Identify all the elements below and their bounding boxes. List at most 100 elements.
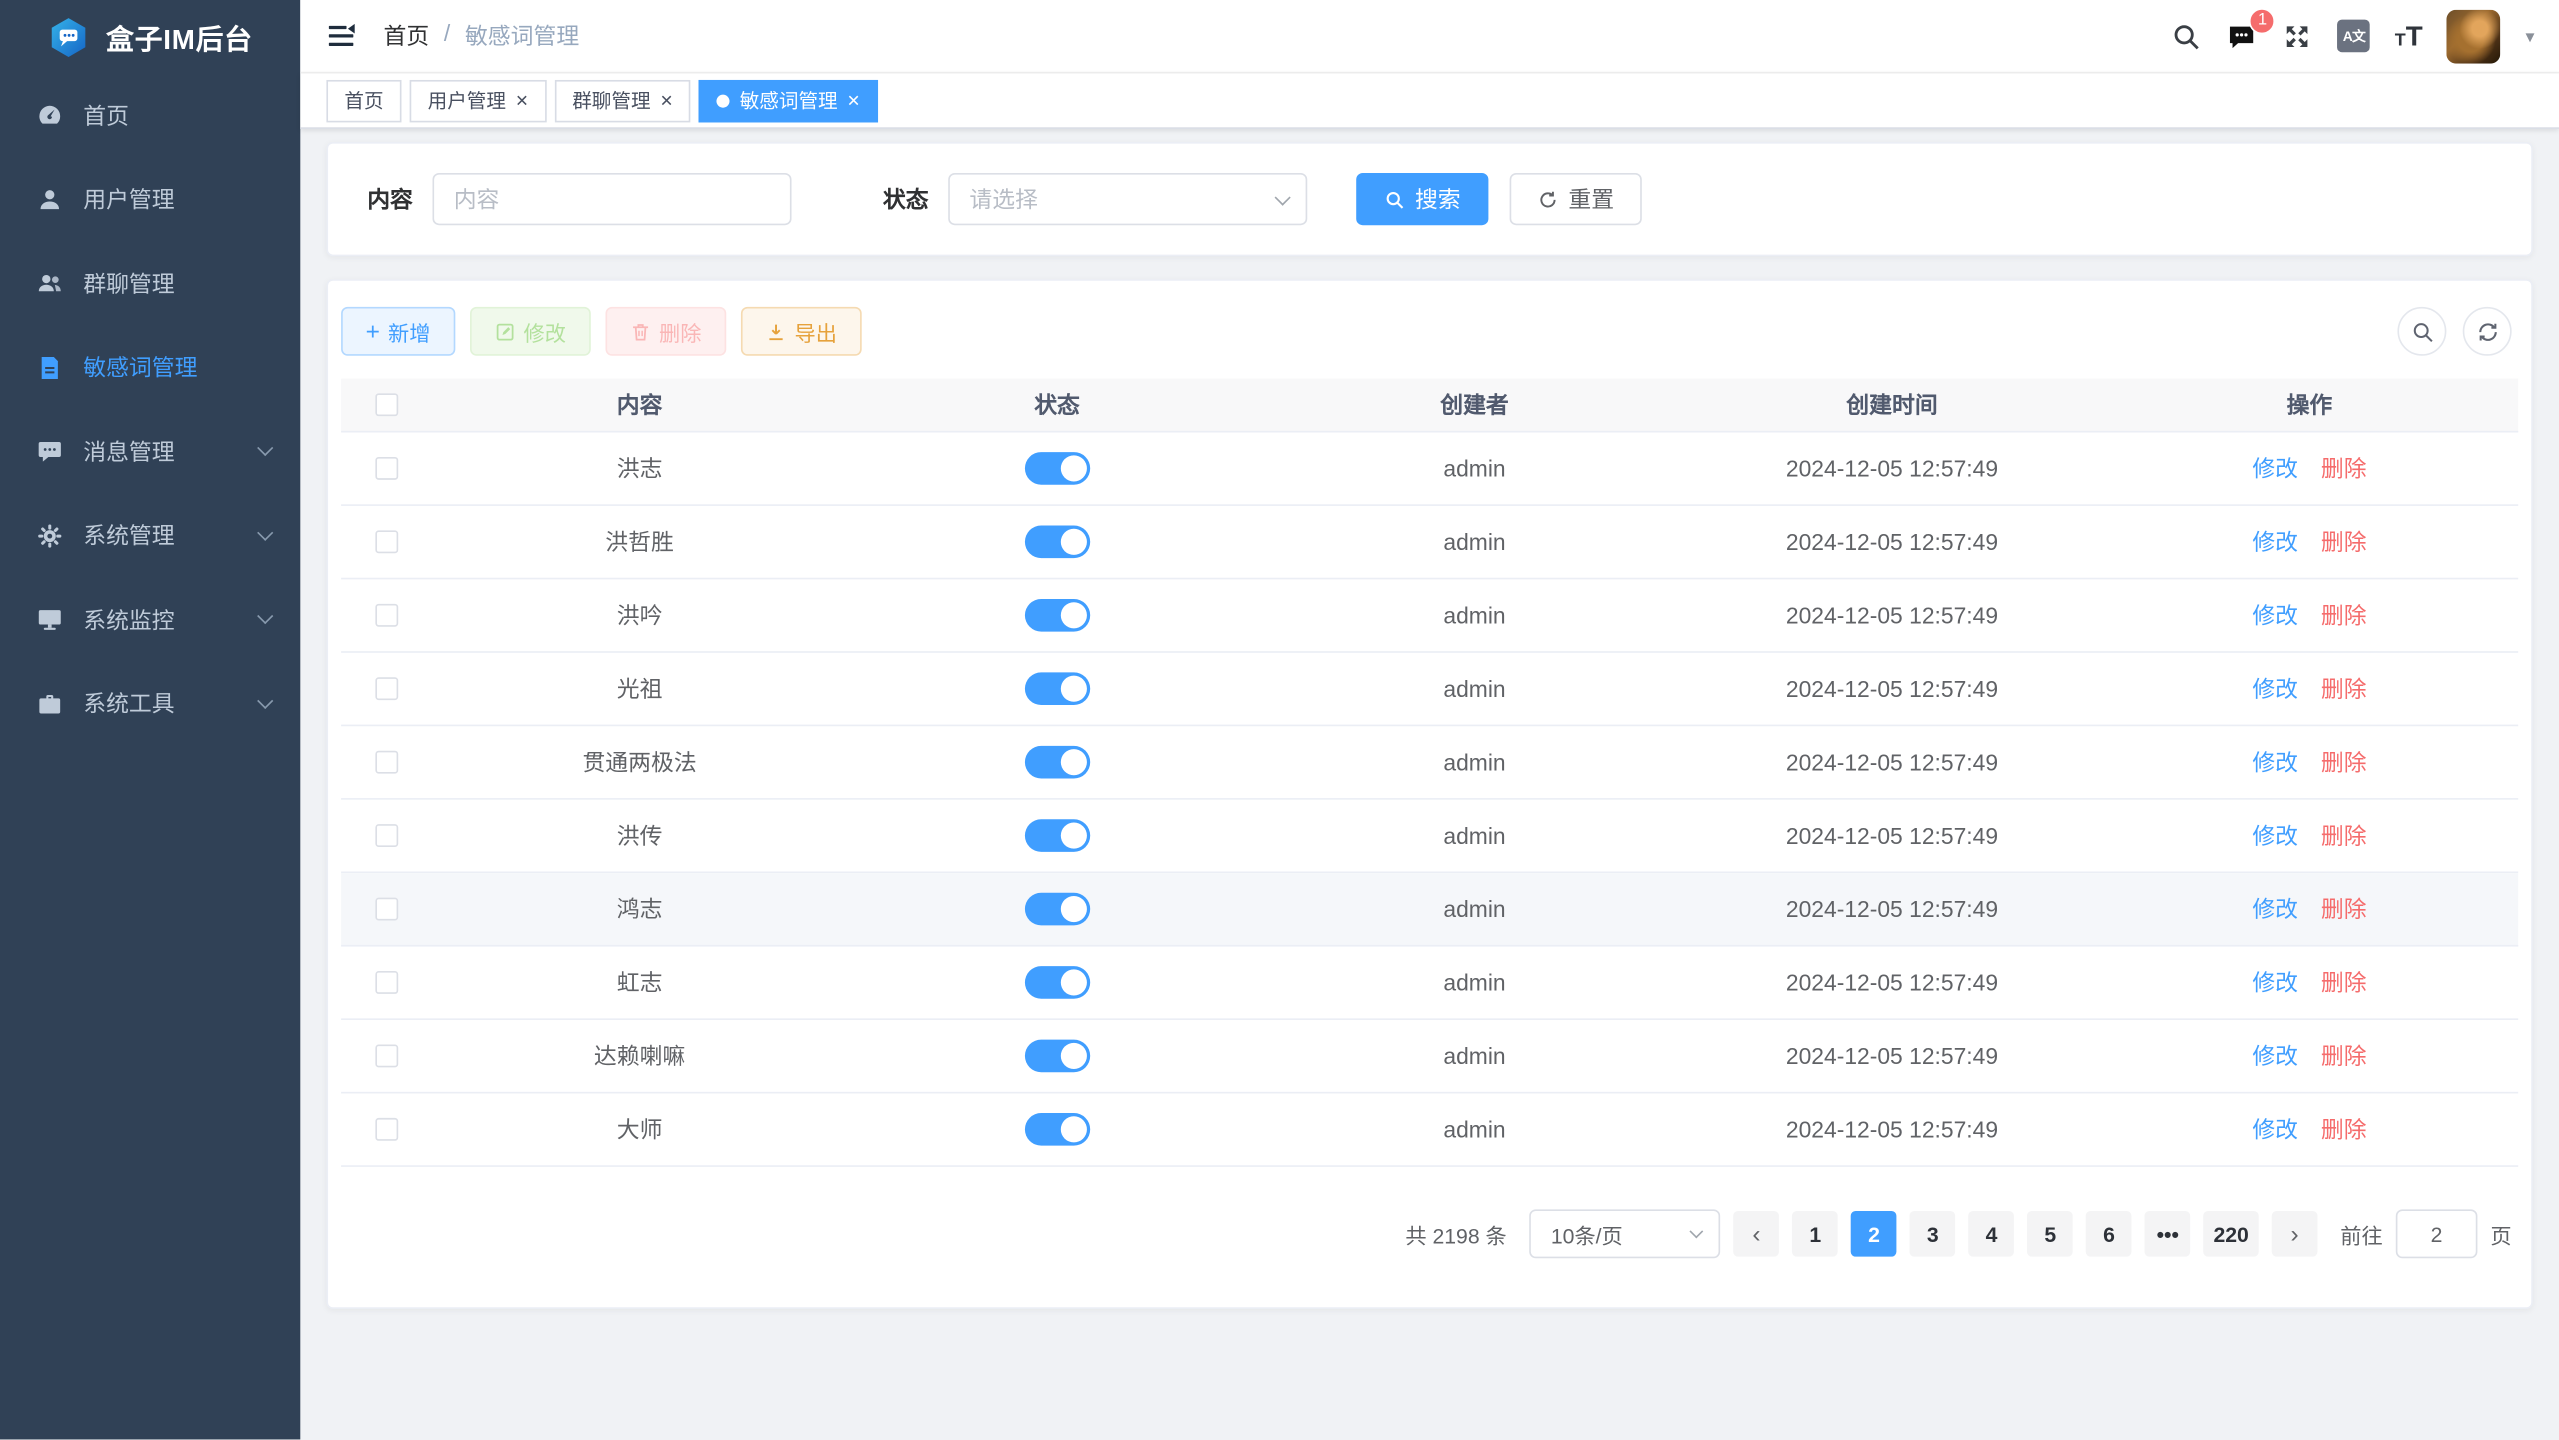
row-checkbox[interactable] — [375, 971, 398, 994]
breadcrumb-home[interactable]: 首页 — [384, 20, 430, 53]
row-edit-link[interactable]: 修改 — [2252, 1040, 2298, 1073]
edit-button[interactable]: 修改 — [470, 307, 591, 356]
table-row[interactable]: 洪吟 admin 2024-12-05 12:57:49 修改 删除 — [341, 579, 2518, 652]
row-delete-link[interactable]: 删除 — [2321, 526, 2367, 559]
language-icon[interactable]: A文 — [2338, 20, 2371, 53]
font-size-icon[interactable]: TT — [2395, 22, 2423, 50]
row-edit-link[interactable]: 修改 — [2252, 599, 2298, 632]
cell-actions: 修改 删除 — [2101, 599, 2518, 632]
close-icon[interactable]: × — [516, 90, 528, 111]
status-toggle[interactable] — [1024, 599, 1089, 632]
content-filter-input[interactable] — [432, 173, 791, 225]
page-button[interactable]: 4 — [1969, 1211, 2015, 1257]
page-button[interactable]: 1 — [1792, 1211, 1838, 1257]
sidebar-item-groups[interactable]: 群聊管理 — [0, 242, 300, 326]
table-row[interactable]: 洪传 admin 2024-12-05 12:57:49 修改 删除 — [341, 800, 2518, 873]
row-checkbox[interactable] — [375, 898, 398, 921]
sidebar-item-system-monitor[interactable]: 系统监控 — [0, 578, 300, 662]
row-checkbox[interactable] — [375, 457, 398, 480]
sidebar-item-messages[interactable]: 消息管理 — [0, 410, 300, 494]
status-toggle[interactable] — [1024, 966, 1089, 999]
status-toggle[interactable] — [1024, 819, 1089, 852]
page-button[interactable]: 2 — [1851, 1211, 1897, 1257]
sidebar-item-system-tools[interactable]: 系统工具 — [0, 662, 300, 746]
page-button[interactable]: 3 — [1910, 1211, 1956, 1257]
row-delete-link[interactable]: 删除 — [2321, 746, 2367, 779]
export-button[interactable]: 导出 — [741, 307, 862, 356]
table-row[interactable]: 洪志 admin 2024-12-05 12:57:49 修改 删除 — [341, 432, 2518, 505]
row-edit-link[interactable]: 修改 — [2252, 966, 2298, 999]
status-toggle[interactable] — [1024, 526, 1089, 559]
page-button[interactable]: 6 — [2086, 1211, 2132, 1257]
status-toggle[interactable] — [1024, 893, 1089, 926]
row-delete-link[interactable]: 删除 — [2321, 672, 2367, 705]
search-icon[interactable] — [2171, 20, 2202, 51]
delete-button[interactable]: 删除 — [605, 307, 726, 356]
row-delete-link[interactable]: 删除 — [2321, 599, 2367, 632]
status-toggle[interactable] — [1024, 672, 1089, 705]
table-refresh-button[interactable] — [2463, 307, 2512, 356]
fullscreen-icon[interactable] — [2282, 20, 2313, 51]
table-search-button[interactable] — [2397, 307, 2446, 356]
status-toggle[interactable] — [1024, 1040, 1089, 1073]
close-icon[interactable]: × — [847, 90, 859, 111]
sidebar-item-sensitive-words[interactable]: 敏感词管理 — [0, 326, 300, 410]
tab-user-management[interactable]: 用户管理 × — [410, 79, 546, 121]
goto-page-input[interactable] — [2396, 1209, 2478, 1258]
sidebar-collapse-button[interactable] — [325, 20, 358, 53]
user-avatar[interactable] — [2447, 9, 2501, 63]
status-toggle[interactable] — [1024, 746, 1089, 779]
row-checkbox[interactable] — [375, 751, 398, 774]
table-row[interactable]: 达赖喇嘛 admin 2024-12-05 12:57:49 修改 删除 — [341, 1020, 2518, 1093]
sidebar-item-users[interactable]: 用户管理 — [0, 157, 300, 241]
avatar-caret-icon[interactable]: ▾ — [2526, 25, 2535, 46]
select-all-checkbox[interactable] — [375, 393, 398, 416]
search-button[interactable]: 搜索 — [1356, 173, 1488, 225]
row-edit-link[interactable]: 修改 — [2252, 746, 2298, 779]
sidebar-item-system-settings[interactable]: 系统管理 — [0, 494, 300, 578]
row-edit-link[interactable]: 修改 — [2252, 1113, 2298, 1146]
row-delete-link[interactable]: 删除 — [2321, 966, 2367, 999]
table-row[interactable]: 光祖 admin 2024-12-05 12:57:49 修改 删除 — [341, 653, 2518, 726]
prev-page-button[interactable]: ‹ — [1734, 1211, 1780, 1257]
add-button[interactable]: + 新增 — [341, 307, 455, 356]
row-delete-link[interactable]: 删除 — [2321, 1040, 2367, 1073]
row-edit-link[interactable]: 修改 — [2252, 819, 2298, 852]
close-icon[interactable]: × — [660, 90, 672, 111]
row-checkbox[interactable] — [375, 604, 398, 627]
table-row[interactable]: 大师 admin 2024-12-05 12:57:49 修改 删除 — [341, 1093, 2518, 1166]
page-button[interactable]: 220 — [2204, 1211, 2259, 1257]
tab-sensitive-words[interactable]: 敏感词管理 × — [699, 79, 878, 121]
table-row[interactable]: 虹志 admin 2024-12-05 12:57:49 修改 删除 — [341, 947, 2518, 1020]
tab-group-management[interactable]: 群聊管理 × — [554, 79, 690, 121]
row-checkbox[interactable] — [375, 530, 398, 553]
row-delete-link[interactable]: 删除 — [2321, 1113, 2367, 1146]
status-toggle[interactable] — [1024, 1113, 1089, 1146]
next-page-button[interactable]: › — [2272, 1211, 2318, 1257]
reset-button[interactable]: 重置 — [1510, 173, 1642, 225]
row-checkbox[interactable] — [375, 1044, 398, 1067]
row-delete-link[interactable]: 删除 — [2321, 452, 2367, 485]
row-edit-link[interactable]: 修改 — [2252, 526, 2298, 559]
topbar: 首页 / 敏感词管理 1 A文 TT ▾ — [300, 0, 2559, 73]
table-row[interactable]: 洪哲胜 admin 2024-12-05 12:57:49 修改 删除 — [341, 506, 2518, 579]
table-row[interactable]: 鸿志 admin 2024-12-05 12:57:49 修改 删除 — [341, 873, 2518, 946]
sidebar-item-home[interactable]: 首页 — [0, 73, 300, 157]
page-size-select[interactable]: 10条/页 — [1530, 1209, 1721, 1258]
row-checkbox[interactable] — [375, 1118, 398, 1141]
tab-home[interactable]: 首页 — [326, 79, 401, 121]
row-edit-link[interactable]: 修改 — [2252, 672, 2298, 705]
status-toggle[interactable] — [1024, 452, 1089, 485]
row-checkbox[interactable] — [375, 677, 398, 700]
page-button[interactable]: ••• — [2145, 1211, 2191, 1257]
message-icon[interactable]: 1 — [2227, 20, 2258, 51]
page-button[interactable]: 5 — [2027, 1211, 2073, 1257]
row-checkbox[interactable] — [375, 824, 398, 847]
status-filter-select[interactable]: 请选择 — [948, 173, 1307, 225]
app-title: 盒子IM后台 — [106, 16, 253, 57]
row-delete-link[interactable]: 删除 — [2321, 893, 2367, 926]
row-edit-link[interactable]: 修改 — [2252, 893, 2298, 926]
row-edit-link[interactable]: 修改 — [2252, 452, 2298, 485]
table-row[interactable]: 贯通两极法 admin 2024-12-05 12:57:49 修改 删除 — [341, 726, 2518, 799]
row-delete-link[interactable]: 删除 — [2321, 819, 2367, 852]
